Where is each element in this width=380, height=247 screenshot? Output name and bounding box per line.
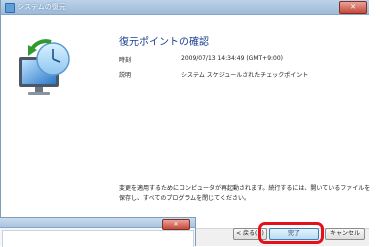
restore-computer-icon (19, 39, 70, 95)
cancel-button[interactable]: キャンセル (325, 228, 365, 240)
page-heading: 復元ポイントの確認 (119, 37, 209, 48)
illustration-panel (1, 15, 86, 229)
window-titlebar[interactable]: システムの復元 ✕ (1, 0, 369, 15)
close-button[interactable]: ✕ (339, 1, 367, 14)
background-window-titlebar[interactable]: ✕ (0, 218, 195, 230)
restart-notice-line1: 変更を適用するためにコンピュータが再起動されます。続行するには、開いているファイ… (119, 185, 371, 192)
finish-button-highlight (258, 222, 324, 244)
dialog-content: 復元ポイントの確認 時刻 2009/07/13 14:34:49 (GMT+9:… (1, 15, 371, 229)
time-label: 時刻 (119, 57, 132, 64)
description-label: 説明 (119, 72, 132, 79)
system-restore-icon (5, 3, 15, 13)
description-value: システム スケジュールされたチェックポイント (181, 72, 309, 79)
time-value: 2009/07/13 14:34:49 (GMT+9:00) (181, 55, 284, 62)
window-title: システムの復元 (17, 3, 66, 11)
system-restore-window: システムの復元 ✕ 復元ポイントの確認 時刻 2009/07/13 14:34:… (0, 0, 371, 246)
background-close-button[interactable]: ✕ (162, 219, 190, 230)
restart-notice-line2: 保存し、すべてのプログラムを閉じてください。 (119, 195, 250, 202)
background-window[interactable]: ✕ (0, 217, 196, 247)
background-window-body (2, 230, 194, 247)
